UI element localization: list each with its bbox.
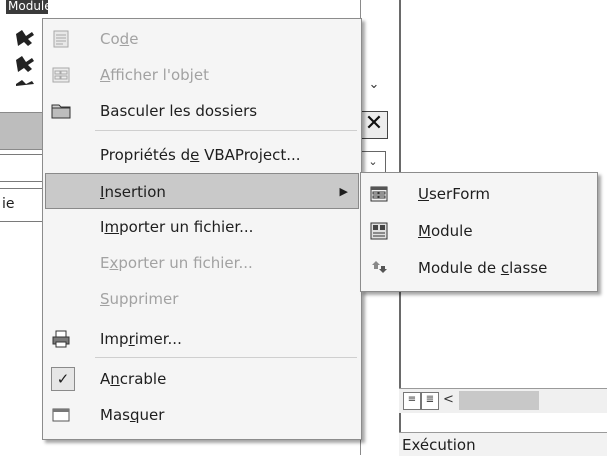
menu-item-code[interactable]: Code [45, 21, 359, 57]
printer-icon [52, 330, 70, 348]
menu-label: Importer un fichier... [100, 218, 254, 236]
checkmark-icon: ✓ [51, 367, 75, 391]
menu-label: Imprimer... [100, 330, 182, 348]
menu-item-project-properties[interactable]: Propriétés de VBAProject... [45, 137, 359, 173]
menu-label: Masquer [100, 406, 165, 424]
window-icon [52, 408, 70, 422]
submenu-item-userform[interactable]: UserForm [363, 176, 595, 212]
context-menu: Code Afficher l'objet Basculer les dossi… [42, 18, 362, 440]
code-icon [53, 30, 69, 48]
module-icon [370, 222, 388, 240]
userform-icon [370, 186, 388, 202]
properties-tab[interactable]: ie [0, 188, 43, 222]
menu-label: Basculer les dossiers [100, 102, 258, 120]
submenu-item-module[interactable]: Module [363, 213, 595, 249]
menu-item-delete[interactable]: Supprimer [45, 281, 359, 317]
chevron-down-icon[interactable]: ⌄ [367, 78, 381, 92]
procedure-view-icon[interactable]: ≡ [403, 392, 421, 410]
scroll-left-arrow-icon[interactable]: < [443, 390, 457, 410]
menu-item-import-file[interactable]: Importer un fichier... [45, 209, 359, 245]
module-tree-icons [16, 30, 34, 86]
menu-label: Insertion [100, 183, 166, 201]
menu-item-view-object[interactable]: Afficher l'objet [45, 57, 359, 93]
immediate-window-title: Exécution [399, 432, 607, 456]
horizontal-scrollbar[interactable]: ≡ ≣ < [399, 388, 607, 413]
modules-folder-label: Modules [6, 0, 48, 14]
folder-icon [51, 104, 71, 119]
menu-item-dockable[interactable]: ✓ Ancrable [45, 361, 359, 397]
menu-label: Propriétés de VBAProject... [100, 146, 301, 164]
menu-item-export-file[interactable]: Exporter un fichier... [45, 245, 359, 281]
submenu-label: UserForm [418, 185, 490, 203]
properties-titlebar [0, 112, 44, 150]
menu-item-toggle-folders[interactable]: Basculer les dossiers [45, 93, 359, 129]
full-module-view-icon[interactable]: ≣ [421, 392, 439, 410]
close-button[interactable]: ✕ [360, 111, 388, 139]
menu-item-hide[interactable]: Masquer [45, 397, 359, 433]
submenu-label: Module [418, 222, 473, 240]
menu-label: Exporter un fichier... [100, 254, 253, 272]
class-module-icon [372, 261, 387, 273]
menu-label: Ancrable [100, 370, 167, 388]
menu-label: Afficher l'objet [100, 66, 209, 84]
object-combo[interactable] [0, 154, 44, 182]
insertion-submenu: UserForm Module Module de classe [360, 172, 598, 292]
menu-separator [95, 357, 357, 358]
menu-item-insertion[interactable]: Insertion ▶ [45, 173, 359, 209]
menu-item-print[interactable]: Imprimer... [45, 321, 359, 357]
menu-label: Supprimer [100, 290, 179, 308]
submenu-item-class-module[interactable]: Module de classe [363, 250, 595, 286]
procedure-combo-chevron-icon[interactable]: ⌄ [360, 151, 386, 173]
scrollbar-thumb[interactable] [459, 391, 539, 410]
menu-separator [95, 130, 357, 131]
menu-label: Code [100, 30, 139, 48]
submenu-arrow-icon: ▶ [339, 185, 348, 198]
form-icon [52, 67, 70, 83]
submenu-label: Module de classe [418, 259, 548, 277]
